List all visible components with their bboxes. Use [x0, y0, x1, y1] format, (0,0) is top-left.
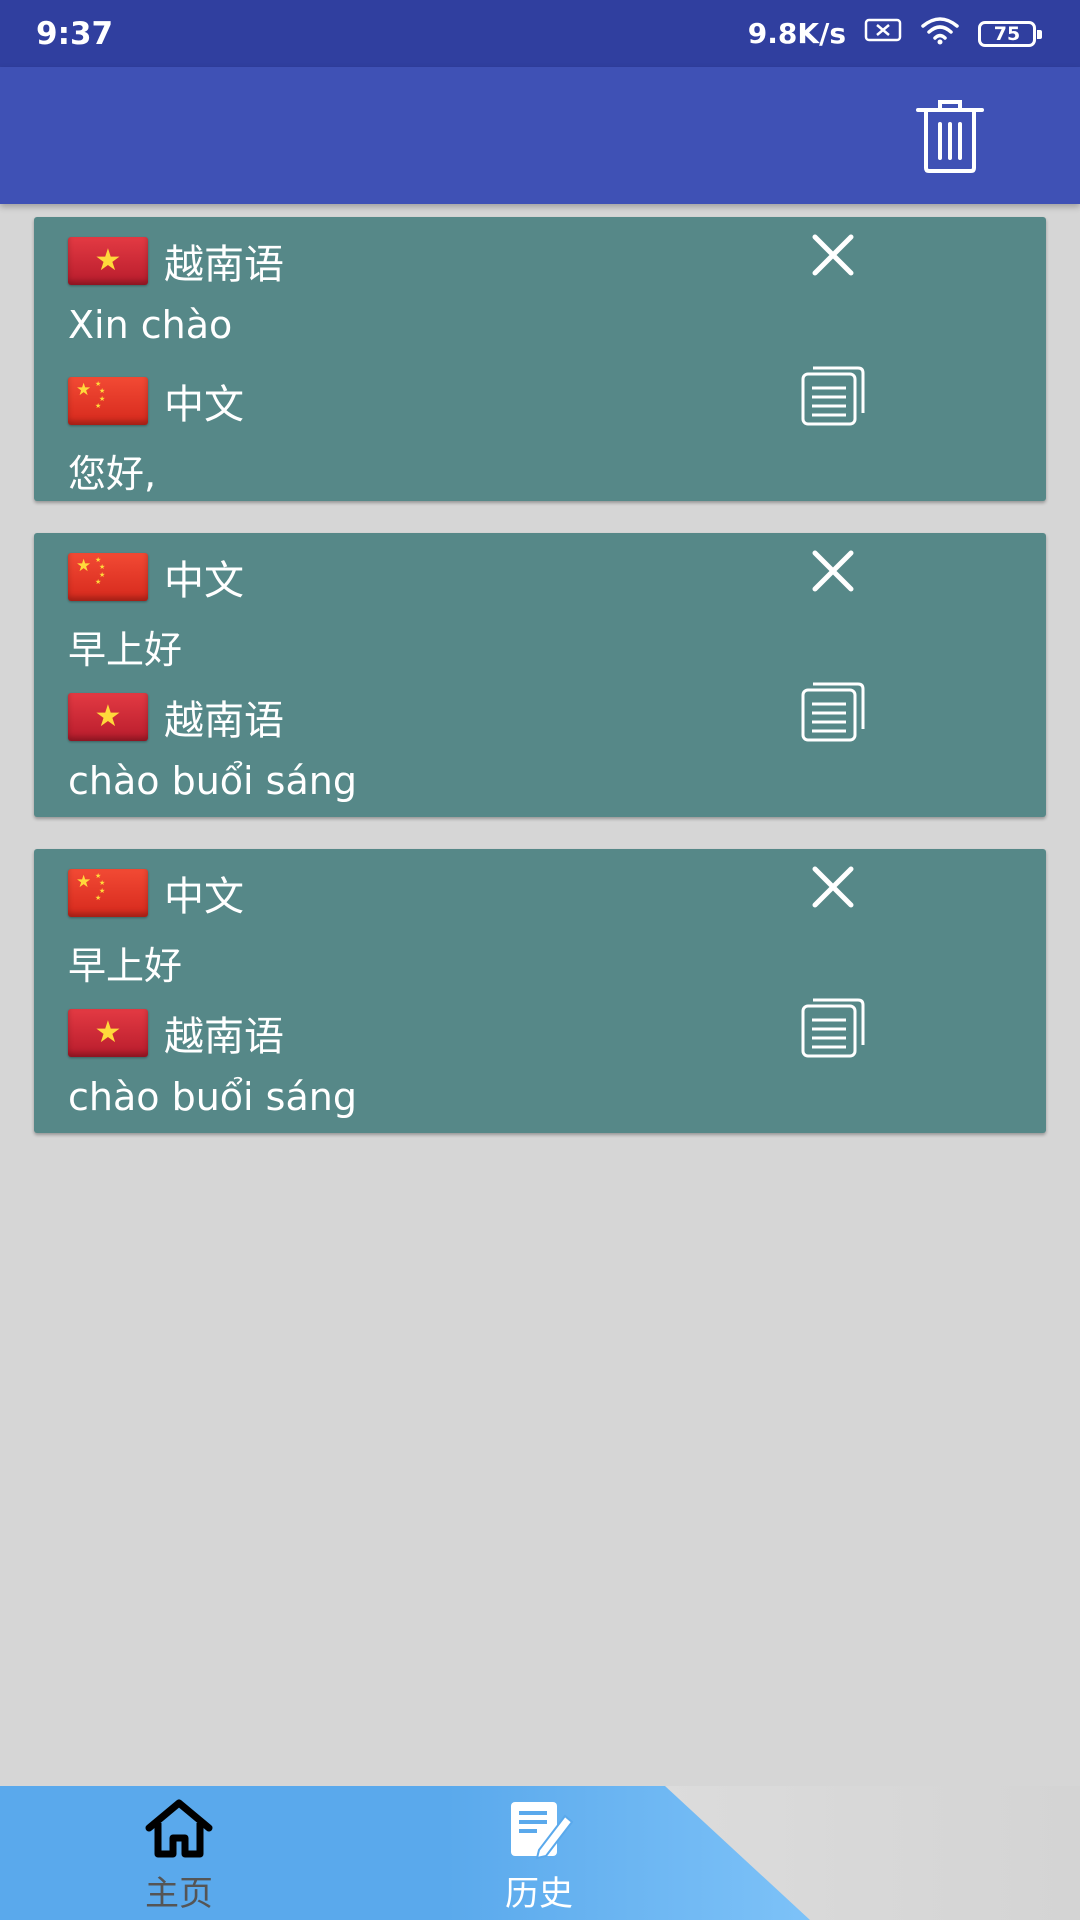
status-indicators: 9.8K/s 75 — [748, 15, 1044, 52]
history-card[interactable]: ★ ★ ★ ★ ★ 中文 早上好 ★ 越南语 chào buổi sáng — [34, 849, 1046, 1133]
history-list: ★ 越南语 Xin chào ★ ★ ★ ★ ★ 中文 您好, ★ ★ ★ ★ ★ 中文 早上好… — [34, 217, 1046, 1165]
vietnam-flag-icon: ★ — [68, 693, 148, 741]
no-sim-icon — [864, 17, 902, 50]
close-icon — [811, 549, 855, 597]
copy-button[interactable] — [793, 674, 873, 754]
delete-entry-button[interactable] — [793, 533, 873, 613]
copy-icon — [800, 681, 866, 747]
target-language-row: ★ ★ ★ ★ ★ 中文 — [68, 372, 244, 430]
source-text: 早上好 — [68, 944, 183, 988]
battery-icon: 75 — [978, 20, 1042, 47]
source-text: Xin chào — [68, 303, 233, 347]
target-text-row: chào buổi sáng — [68, 1075, 357, 1119]
delete-entry-button[interactable] — [793, 217, 873, 297]
target-text: chào buổi sáng — [68, 759, 357, 803]
vietnam-flag-icon: ★ — [68, 1009, 148, 1057]
copy-icon — [800, 997, 866, 1063]
delete-entry-button[interactable] — [793, 849, 873, 929]
target-text: 您好, — [68, 452, 157, 496]
target-language-row: ★ 越南语 — [68, 688, 284, 746]
nav-history[interactable]: 历史 — [459, 1798, 619, 1918]
copy-icon — [800, 365, 866, 431]
status-bar: 9:37 9.8K/s 75 — [0, 0, 1080, 67]
source-language-row: ★ ★ ★ ★ ★ 中文 — [68, 864, 244, 922]
history-card[interactable]: ★ 越南语 Xin chào ★ ★ ★ ★ ★ 中文 您好, — [34, 217, 1046, 501]
source-language-label: 中文 — [164, 874, 244, 920]
source-language-label: 越南语 — [164, 242, 284, 288]
bottom-navigation: 主页 历史 — [0, 1786, 1080, 1920]
target-text-row: 您好, — [68, 443, 156, 498]
copy-button[interactable] — [793, 358, 873, 438]
source-text-row: 早上好 — [68, 935, 182, 990]
trash-icon — [914, 98, 986, 178]
network-speed: 9.8K/s — [747, 17, 846, 50]
source-language-row: ★ ★ ★ ★ ★ 中文 — [68, 548, 244, 606]
copy-button[interactable] — [793, 990, 873, 1070]
target-language-row: ★ 越南语 — [68, 1004, 284, 1062]
nav-home[interactable]: 主页 — [99, 1798, 259, 1918]
nav-home-label: 主页 — [145, 1874, 213, 1914]
target-language-label: 越南语 — [164, 698, 284, 744]
target-language-label: 中文 — [164, 382, 244, 428]
target-text: chào buổi sáng — [68, 1075, 357, 1119]
source-language-row: ★ 越南语 — [68, 232, 284, 290]
close-icon — [811, 233, 855, 281]
source-text: 早上好 — [68, 628, 183, 672]
china-flag-icon: ★ ★ ★ ★ ★ — [68, 869, 148, 917]
china-flag-icon: ★ ★ ★ ★ ★ — [68, 377, 148, 425]
history-card[interactable]: ★ ★ ★ ★ ★ 中文 早上好 ★ 越南语 chào buổi sáng — [34, 533, 1046, 817]
close-icon — [811, 865, 855, 913]
source-text-row: Xin chào — [68, 303, 232, 347]
app-bar — [0, 67, 1080, 204]
nav-history-label: 历史 — [505, 1874, 573, 1914]
target-language-label: 越南语 — [164, 1014, 284, 1060]
edit-note-icon — [503, 1798, 575, 1864]
source-language-label: 中文 — [164, 558, 244, 604]
source-text-row: 早上好 — [68, 619, 182, 674]
delete-all-button[interactable] — [912, 100, 988, 176]
status-time: 9:37 — [36, 15, 114, 52]
target-text-row: chào buổi sáng — [68, 759, 357, 803]
home-icon — [143, 1798, 215, 1864]
wifi-icon — [920, 15, 960, 52]
battery-level: 75 — [993, 22, 1021, 45]
vietnam-flag-icon: ★ — [68, 237, 148, 285]
china-flag-icon: ★ ★ ★ ★ ★ — [68, 553, 148, 601]
